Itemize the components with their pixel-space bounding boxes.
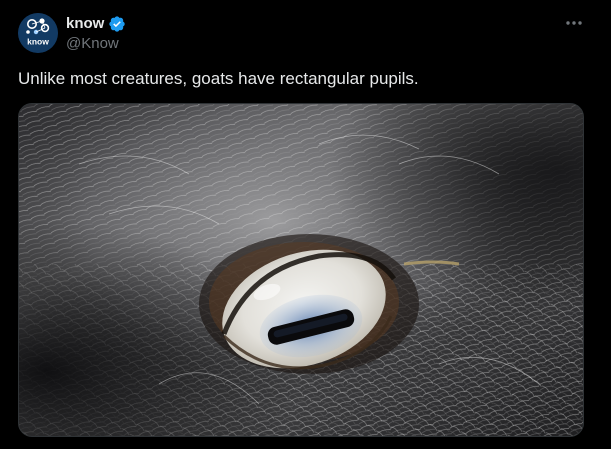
display-name-row: know: [66, 14, 126, 34]
verified-badge-icon: [108, 15, 126, 33]
know-logo-icon: know: [18, 13, 58, 53]
more-options-button[interactable]: [562, 12, 586, 34]
avatar[interactable]: know: [18, 13, 58, 53]
handle[interactable]: @Know: [66, 35, 119, 53]
tweet-media-photo[interactable]: [18, 103, 584, 437]
goat-eye-photo: [19, 104, 583, 436]
display-name[interactable]: know: [66, 14, 104, 34]
more-dots-icon: [566, 21, 582, 25]
tweet-text: Unlike most creatures, goats have rectan…: [18, 69, 419, 88]
tweet[interactable]: know know @Know Unlike most creatures, g…: [0, 0, 611, 449]
avatar-text: know: [27, 37, 49, 47]
